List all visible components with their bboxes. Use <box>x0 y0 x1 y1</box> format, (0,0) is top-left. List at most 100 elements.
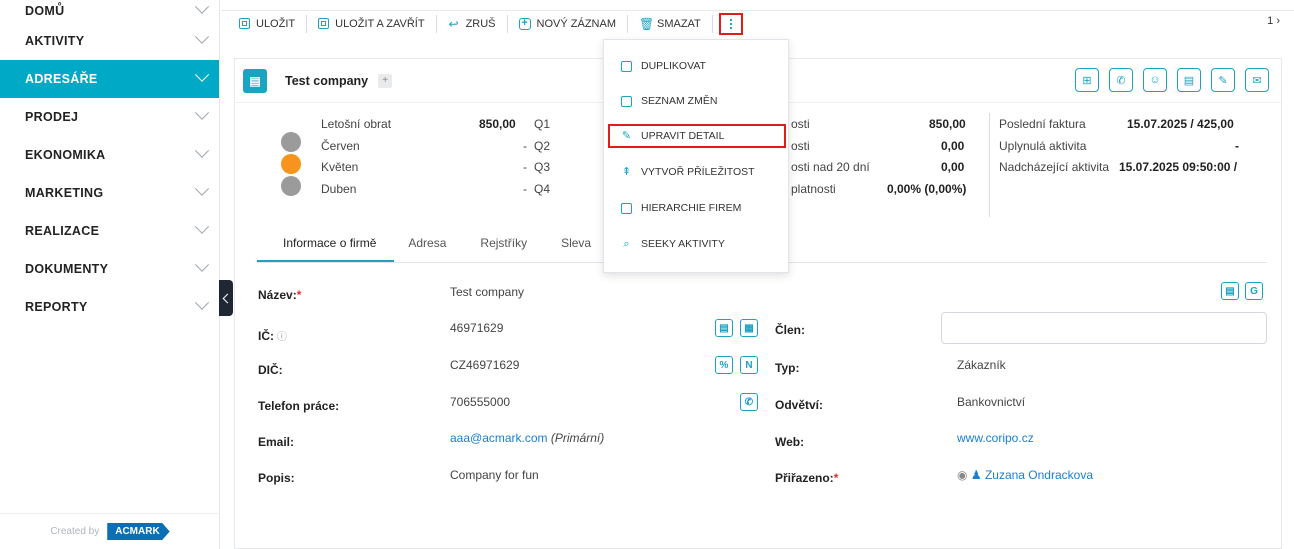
dropdown-item-label: DUPLIKOVAT <box>641 60 706 72</box>
tab-discount[interactable]: Sleva <box>547 225 605 262</box>
edit-icon[interactable]: ✎ <box>1211 68 1235 92</box>
save-button[interactable]: ULOŽIT <box>221 14 308 33</box>
divider <box>989 113 990 217</box>
phone-value[interactable]: 706555000 <box>450 395 510 409</box>
phone-icon[interactable]: ✆ <box>1109 68 1133 92</box>
sidebar-item-label: DOKUMENTY <box>25 262 109 276</box>
signpost-icon: ⇞ <box>621 165 632 178</box>
search-icon: ⌕ <box>623 237 630 250</box>
sidebar-item-label: PRODEJ <box>25 110 79 124</box>
chevron-down-icon <box>194 219 210 234</box>
email-note: (Primární) <box>550 431 605 445</box>
dropdown-item-seeky-activity[interactable]: ⌕ SEEKY AKTIVITY <box>604 230 788 258</box>
stat-label: platnosti <box>791 182 836 196</box>
quarter-label: Q3 <box>534 160 551 174</box>
turnover-value: 850,00 <box>479 117 516 131</box>
web-link[interactable]: www.coripo.cz <box>957 431 1034 445</box>
dropdown-item-edit-detail[interactable]: ✎ UPRAVIT DETAIL <box>604 122 788 150</box>
phone-icon[interactable]: ✆ <box>740 393 758 411</box>
chevron-down-icon <box>194 181 210 196</box>
org-chart-icon[interactable]: ⊞ <box>1075 68 1099 92</box>
floppy-icon <box>239 18 250 29</box>
sidebar-item-reporty[interactable]: REPORTY <box>0 288 219 326</box>
document-icon[interactable]: ▤ <box>1177 68 1201 92</box>
dropdown-item-label: HIERARCHIE FIREM <box>641 202 742 214</box>
chevron-down-icon <box>194 257 210 272</box>
registry-icon[interactable]: ▤ <box>715 319 733 337</box>
floppy-icon <box>318 18 330 29</box>
dropdown-item-duplicate[interactable]: DUPLIKOVAT <box>604 52 788 80</box>
sidebar: DOMŮ AKTIVITY ADRESÁŘE PRODEJ EKONOMIKA … <box>0 0 220 549</box>
assigned-user-link[interactable]: Zuzana Ondrackova <box>985 468 1093 482</box>
member-label: Člen: <box>775 323 805 337</box>
dropdown-item-change-log[interactable]: SEZNAM ZMĚN <box>604 87 788 115</box>
monitor-icon[interactable]: ▦ <box>740 319 758 337</box>
sidebar-collapse-button[interactable] <box>219 280 233 316</box>
stat-label: Poslední faktura <box>999 117 1086 131</box>
email-link[interactable]: aaa@acmark.com <box>450 431 548 445</box>
google-icon[interactable]: G <box>1245 282 1263 300</box>
tab-company-info[interactable]: Informace o firmě <box>257 225 395 262</box>
sidebar-item-marketing[interactable]: MARKETING <box>0 174 219 212</box>
month-value: - <box>523 139 527 153</box>
ic-label: IČ: ⓘ <box>258 328 287 343</box>
sidebar-item-label: AKTIVITY <box>25 34 85 48</box>
info-icon[interactable]: ⓘ <box>274 332 287 343</box>
name-value[interactable]: Test company <box>450 285 524 299</box>
mail-icon[interactable]: ✉ <box>1245 68 1269 92</box>
ic-value[interactable]: 46971629 <box>450 321 503 335</box>
pager[interactable]: 1 › <box>1267 15 1280 27</box>
type-label: Typ: <box>775 361 800 375</box>
sidebar-item-dokumenty[interactable]: DOKUMENTY <box>0 250 219 288</box>
footer-created-by: Created by <box>50 526 100 537</box>
tab-address[interactable]: Adresa <box>394 225 460 262</box>
copy-icon <box>621 60 632 72</box>
stat-label: osti <box>791 139 810 153</box>
email-label: Email: <box>258 435 295 449</box>
dic-label: DIČ: <box>258 363 283 377</box>
sidebar-item-adresare[interactable]: ADRESÁŘE <box>0 60 219 98</box>
sidebar-item-domu[interactable]: DOMŮ <box>0 0 219 22</box>
sidebar-item-aktivity[interactable]: AKTIVITY <box>0 22 219 60</box>
sidebar-item-realizace[interactable]: REALIZACE <box>0 212 219 250</box>
sidebar-item-label: REALIZACE <box>25 224 100 238</box>
save-close-button[interactable]: ULOŽIT A ZAVŘÍT <box>307 14 437 33</box>
stat-label: Uplynulá aktivita <box>999 139 1087 153</box>
chevron-down-icon <box>194 295 210 310</box>
assigned-label-text: Přiřazeno: <box>775 471 834 485</box>
dropdown-item-create-opportunity[interactable]: ⇞ VYTVOŘ PŘÍLEŽITOST <box>604 158 788 186</box>
acmark-logo[interactable]: ACMARK <box>107 523 170 540</box>
month-dot-orange <box>281 154 301 174</box>
dropdown-item-company-hierarchy[interactable]: HIERARCHIE FIREM <box>604 194 788 222</box>
registry-icon[interactable]: ▤ <box>1221 282 1239 300</box>
desc-value[interactable]: Company for fun <box>450 468 539 482</box>
contacts-icon[interactable]: ☺ <box>1143 68 1167 92</box>
new-record-button[interactable]: + NOVÝ ZÁZNAM <box>508 14 628 33</box>
member-input[interactable] <box>941 312 1267 344</box>
industry-value[interactable]: Bankovnictví <box>957 395 1025 409</box>
stat-value: - <box>1235 139 1239 153</box>
month-dot-grey <box>281 132 301 152</box>
sidebar-footer: Created by ACMARK <box>0 513 220 549</box>
eye-icon[interactable]: ◉ <box>957 468 967 482</box>
percent-icon[interactable]: % <box>715 356 733 374</box>
add-tag-button[interactable]: + <box>378 73 393 88</box>
save-close-label: ULOŽIT A ZAVŘÍT <box>335 17 425 30</box>
type-value[interactable]: Zákazník <box>957 358 1006 372</box>
delete-button[interactable]: 🗑 SMAZAT <box>628 14 713 33</box>
more-actions-button[interactable] <box>718 12 743 35</box>
save-label: ULOŽIT <box>256 17 296 30</box>
kebab-menu-icon <box>729 18 732 29</box>
n-icon[interactable]: N <box>740 356 758 374</box>
quarter-label: Q4 <box>534 182 551 196</box>
sidebar-item-prodej[interactable]: PRODEJ <box>0 98 219 136</box>
tab-registers[interactable]: Rejstříky <box>460 225 547 262</box>
required-marker: * <box>296 288 302 302</box>
list-icon <box>621 95 632 107</box>
company-record-icon: ▤ <box>243 68 267 93</box>
sidebar-item-ekonomika[interactable]: EKONOMIKA <box>0 136 219 174</box>
dic-value[interactable]: CZ46971629 <box>450 358 519 372</box>
dropdown-item-label: UPRAVIT DETAIL <box>641 130 725 142</box>
cancel-button[interactable]: ↩ ZRUŠ <box>437 14 508 33</box>
pencil-icon: ✎ <box>621 129 632 142</box>
